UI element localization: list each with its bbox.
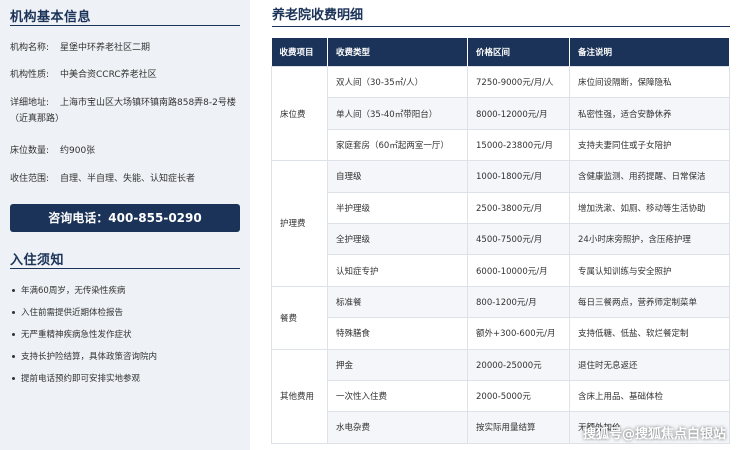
bullet-icon — [12, 355, 15, 358]
note-cell: 每日三餐两点，营养师定制菜单 — [569, 285, 730, 319]
price-cell: 4500-7500元/月 — [467, 222, 570, 256]
table-row: 床位费 双人间（30-35㎡/人） 7250-9000元/月/人 床位间设隔断，… — [271, 65, 730, 162]
price-cell: 20000-25000元 — [467, 348, 570, 381]
table-row: 单人间（35-40㎡带阳台） 8000-12000元/月 私密性强，适合安静休养 — [272, 97, 730, 130]
table-row: 餐费 标准餐 800-1200元/月 每日三餐两点，营养师定制菜单 — [271, 285, 730, 350]
price-cell: 按实际用量结算 — [467, 411, 570, 444]
type-cell: 单人间（35-40㎡带阳台） — [327, 97, 468, 130]
table-row: 一次性入住费 2000-5000元 含床上用品、基础体检 — [272, 379, 730, 413]
sidebar: 机构基本信息 机构名称: 星堡中环养老社区二期 机构性质: 中美合资CCRC养老社区… — [0, 0, 250, 450]
note-cell: 专属认知训练与安全照护 — [569, 254, 730, 287]
type-cell: 半护理级 — [327, 191, 468, 224]
type-cell: 认知症专护 — [327, 254, 468, 287]
price-cell: 1000-1800元/月 — [467, 160, 570, 193]
title-divider — [272, 26, 730, 27]
notice-item: 入住前需提供近期体检报告 — [12, 307, 123, 319]
table-header-row: 收费项目 收费类型 价格区间 备注说明 — [271, 38, 730, 67]
price-cell: 2500-3800元/月 — [467, 191, 570, 224]
category-cell: 护理费 — [271, 160, 328, 287]
notice-item: 提前电话预约即可安排实地参观 — [12, 373, 140, 385]
type-cell: 特殊膳食 — [327, 317, 468, 350]
column-header: 价格区间 — [467, 38, 570, 67]
table-row: 全护理级 4500-7500元/月 24小时床旁照护，含压疮护理 — [272, 222, 730, 256]
note-cell: 支持夫妻同住或子女陪护 — [569, 128, 730, 162]
bullet-icon — [12, 311, 15, 314]
info-label: 机构性质: — [10, 70, 50, 80]
price-cell: 800-1200元/月 — [467, 285, 570, 319]
category-cell: 其他费用 — [271, 348, 328, 444]
table-row: 特殊膳食 额外+300-600元/月 支持低糖、低盐、软烂餐定制 — [272, 317, 730, 350]
info-row-beds: 床位数量: 约900张 — [10, 143, 242, 159]
table-row: 家庭套房（60㎡起两室一厅） 15000-23800元/月 支持夫妻同住或子女陪… — [272, 128, 730, 162]
bullet-icon — [12, 377, 15, 380]
info-divider — [10, 25, 240, 26]
table-row: 护理费 自理级 1000-1800元/月 含健康监测、用药提醒、日常保洁 — [271, 160, 730, 287]
note-cell: 24小时床旁照护，含压疮护理 — [569, 222, 730, 256]
page-title: 养老院收费明细 — [272, 8, 364, 23]
note-cell: 增加洗漱、如厕、移动等生活协助 — [569, 191, 730, 224]
price-cell: 7250-9000元/月/人 — [467, 65, 570, 99]
column-header: 收费类型 — [327, 38, 468, 67]
price-cell: 2000-5000元 — [467, 379, 570, 413]
info-label: 详细地址: — [10, 98, 50, 108]
info-value: 自理、半自理、失能、认知症长者 — [60, 174, 196, 184]
info-label: 机构名称: — [10, 43, 50, 53]
notice-item: 支持长护险结算，具体政策咨询院内 — [12, 351, 157, 363]
type-cell: 一次性入住费 — [327, 379, 468, 413]
info-value: 约900张 — [60, 146, 96, 156]
watermark: 搜狐号@搜狐焦点白银站 — [582, 427, 726, 442]
info-row-name: 机构名称: 星堡中环养老社区二期 — [10, 40, 242, 56]
note-cell: 含健康监测、用药提醒、日常保洁 — [569, 160, 730, 193]
info-row-scope: 收住范围: 自理、半自理、失能、认知症长者 — [10, 171, 242, 187]
note-cell: 支持低糖、低盐、软烂餐定制 — [569, 317, 730, 350]
column-header: 收费项目 — [271, 38, 328, 67]
type-cell: 全护理级 — [327, 222, 468, 256]
info-row-address: 详细地址: 上海市宝山区大场镇环镇南路858弄8-2号楼（近真那路） — [10, 95, 242, 127]
note-cell: 床位间设隔断，保障隐私 — [569, 65, 730, 99]
info-label: 收住范围: — [10, 174, 50, 184]
type-cell: 标准餐 — [327, 285, 468, 319]
bullet-icon — [12, 333, 15, 336]
type-cell: 家庭套房（60㎡起两室一厅） — [327, 128, 468, 162]
price-cell: 额外+300-600元/月 — [467, 317, 570, 350]
type-cell: 自理级 — [327, 160, 468, 193]
info-value: 中美合资CCRC养老社区 — [60, 70, 157, 80]
type-cell: 双人间（30-35㎡/人） — [327, 65, 468, 99]
category-cell: 床位费 — [271, 65, 328, 162]
table-row: 其他费用 押金 20000-25000元 退住时无息返还 — [271, 348, 730, 444]
bullet-icon — [12, 289, 15, 292]
price-cell: 8000-12000元/月 — [467, 97, 570, 130]
notice-item: 无严重精神疾病急性发作症状 — [12, 329, 132, 341]
notice-divider — [10, 268, 240, 269]
type-cell: 押金 — [327, 348, 468, 381]
column-header: 备注说明 — [569, 38, 730, 67]
table-row: 认知症专护 6000-10000元/月 专属认知训练与安全照护 — [272, 254, 730, 287]
info-row-type: 机构性质: 中美合资CCRC养老社区 — [10, 67, 242, 83]
price-cell: 6000-10000元/月 — [467, 254, 570, 287]
price-cell: 15000-23800元/月 — [467, 128, 570, 162]
info-value: 星堡中环养老社区二期 — [60, 43, 151, 53]
notice-item: 年满60周岁，无传染性疾病 — [12, 285, 125, 297]
hotline-button[interactable]: 咨询电话：400-855-0290 — [10, 204, 240, 232]
info-label: 床位数量: — [10, 146, 50, 156]
notice-section-title: 入住须知 — [10, 253, 65, 268]
note-cell: 含床上用品、基础体检 — [569, 379, 730, 413]
fee-table: 收费项目 收费类型 价格区间 备注说明 床位费 双人间（30-35㎡/人） 72… — [271, 38, 730, 444]
type-cell: 水电杂费 — [327, 411, 468, 444]
note-cell: 退住时无息返还 — [569, 348, 730, 381]
category-cell: 餐费 — [271, 285, 328, 350]
note-cell: 私密性强，适合安静休养 — [569, 97, 730, 130]
table-row: 半护理级 2500-3800元/月 增加洗漱、如厕、移动等生活协助 — [272, 191, 730, 224]
info-section-title: 机构基本信息 — [10, 10, 92, 25]
